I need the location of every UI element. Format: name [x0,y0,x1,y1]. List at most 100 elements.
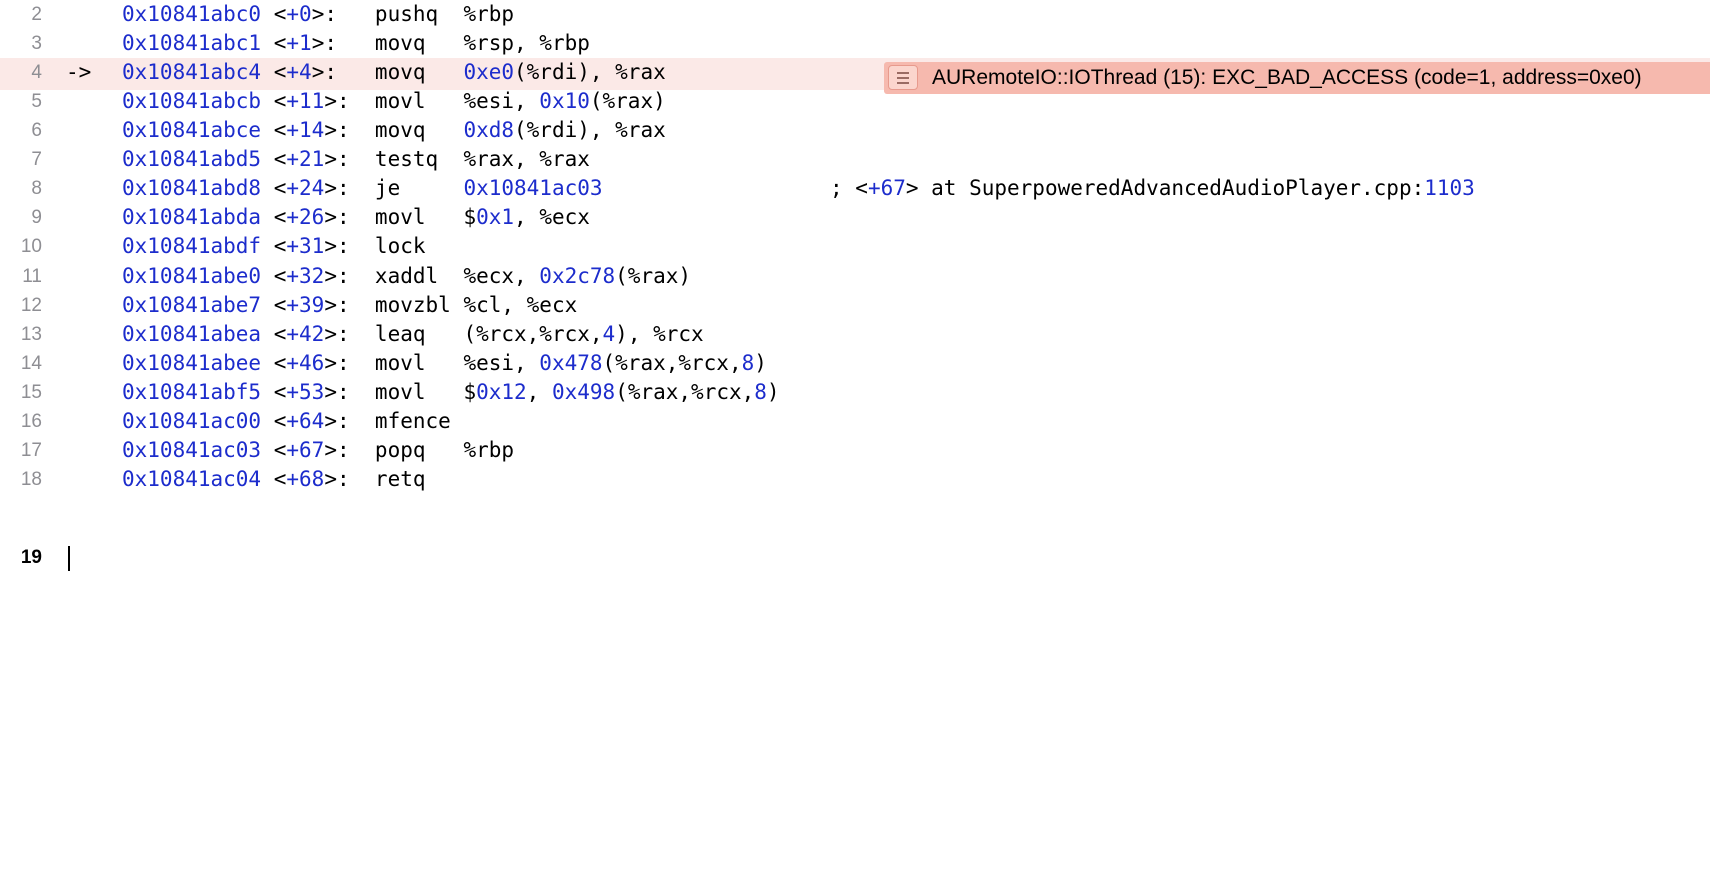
line-number[interactable]: 5 [0,88,42,116]
instruction: 0x10841abee <+46>: movl %esi, 0x478(%rax… [122,349,767,377]
disassembly-editor[interactable]: 2 0x10841abc0 <+0>: pushq %rbp 3 0x10841abc… [0,0,1710,890]
offset-open: < [273,438,287,462]
code-line[interactable]: 6 0x10841abce <+14>: movq 0xd8(%rdi), %ra… [0,116,1710,148]
operand: (%rdi), %rax [514,118,666,142]
instruction-offset: +14 [286,118,325,142]
instruction-address: 0x10841abda [122,205,262,229]
opcode: xaddl [374,264,439,288]
line-number[interactable]: 11 [0,263,42,291]
instruction-offset: +32 [286,264,325,288]
operand: $ [463,380,477,404]
opcode: movl [374,205,426,229]
operand-number: 0xd8 [463,118,515,142]
code-line[interactable]: 7 0x10841abd5 <+21>: testq %rax, %rax [0,145,1710,177]
operand-number: 0x10841ac03 [463,176,603,200]
code-line[interactable]: 10 0x10841abdf <+31>: lock [0,232,1710,264]
line-number[interactable]: 9 [0,204,42,232]
code-line[interactable]: 15 0x10841abf5 <+53>: movl $0x12, 0x498(%… [0,378,1710,410]
line-number[interactable]: 17 [0,437,42,465]
offset-close: >: [324,380,350,404]
instruction: 0x10841abd8 <+24>: je 0x10841ac03 [122,174,603,202]
line-number[interactable]: 6 [0,117,42,145]
code-line[interactable]: 11 0x10841abe0 <+32>: xaddl %ecx, 0x2c78(… [0,262,1710,294]
code-line[interactable]: 9 0x10841abda <+26>: movl $0x1, %ecx [0,203,1710,235]
error-annotation-banner[interactable]: AURemoteIO::IOThread (15): EXC_BAD_ACCES… [884,62,1710,94]
opcode: movl [374,380,426,404]
operand: $ [463,205,477,229]
offset-close: >: [324,467,350,491]
instruction-offset: +39 [286,293,325,317]
instruction-address: 0x10841abc4 [122,60,262,84]
opcode: leaq [374,322,426,346]
instruction: 0x10841ac00 <+64>: mfence [122,407,451,435]
instruction-address: 0x10841ac00 [122,409,262,433]
operand: %rsp, %rbp [463,31,590,55]
line-number[interactable]: 15 [0,379,42,407]
code-line[interactable]: 18 0x10841ac04 <+68>: retq [0,465,1710,497]
operand-number: 4 [602,322,616,346]
operand: ) [766,380,780,404]
code-line[interactable]: 16 0x10841ac00 <+64>: mfence [0,407,1710,439]
instruction-address: 0x10841abea [122,322,262,346]
line-number[interactable]: 8 [0,175,42,203]
instruction-offset: +68 [286,467,325,491]
offset-open: < [273,176,287,200]
offset-open: < [273,205,287,229]
offset-open: < [273,351,287,375]
instruction-offset: +0 [286,2,312,26]
instruction-offset: +31 [286,234,325,258]
offset-open: < [273,234,287,258]
instruction-offset: +42 [286,322,325,346]
instruction: 0x10841ac04 <+68>: retq [122,465,426,493]
instruction-address: 0x10841abf5 [122,380,262,404]
instruction: 0x10841abe7 <+39>: movzbl %cl, %ecx [122,291,577,319]
instruction-address: 0x10841abe0 [122,264,262,288]
offset-close: >: [324,205,350,229]
code-line[interactable]: 3 0x10841abc1 <+1>: movq %rsp, %rbp [0,29,1710,61]
offset-close: >: [324,322,350,346]
instruction: 0x10841abcb <+11>: movl %esi, 0x10(%rax) [122,87,666,115]
code-line[interactable]: 17 0x10841ac03 <+67>: popq %rbp [0,436,1710,468]
opcode: movl [374,89,426,113]
operand: %rbp [463,438,515,462]
line-number[interactable]: 4 [0,59,42,87]
code-line[interactable]: 8 0x10841abd8 <+24>: je 0x10841ac03 ; <+67… [0,174,1710,206]
opcode: movq [374,118,426,142]
line-number[interactable]: 3 [0,30,42,58]
instruction: 0x10841abc0 <+0>: pushq %rbp [122,0,514,28]
operand: ), %rcx [615,322,704,346]
line-number[interactable]: 13 [0,321,42,349]
line-number[interactable]: 18 [0,466,42,494]
offset-open: < [273,2,287,26]
line-number[interactable]: 14 [0,350,42,378]
lines-icon[interactable] [888,65,918,90]
line-number[interactable]: 7 [0,146,42,174]
offset-open: < [273,467,287,491]
operand: (%rax) [615,264,692,288]
offset-open: < [273,147,287,171]
instruction-address: 0x10841abd8 [122,176,262,200]
instruction: 0x10841abce <+14>: movq 0xd8(%rdi), %rax [122,116,666,144]
instruction-offset: +21 [286,147,325,171]
instruction: 0x10841abdf <+31>: lock [122,232,426,260]
comment-file: > at SuperpoweredAdvancedAudioPlayer.cpp… [905,176,1425,200]
offset-close: >: [324,118,350,142]
instruction: 0x10841abf5 <+53>: movl $0x12, 0x498(%ra… [122,378,780,406]
instruction-address: 0x10841abee [122,351,262,375]
offset-close: >: [311,60,337,84]
instruction-offset: +11 [286,89,325,113]
operand: %esi, [463,351,540,375]
code-line[interactable]: 13 0x10841abea <+42>: leaq (%rcx,%rcx,4),… [0,320,1710,352]
code-line[interactable]: 12 0x10841abe7 <+39>: movzbl %cl, %ecx [0,291,1710,323]
line-number[interactable]: 10 [0,233,42,261]
operand: (%rax,%rcx, [615,380,755,404]
line-number[interactable]: 19 [0,544,42,572]
line-number[interactable]: 12 [0,292,42,320]
line-number[interactable]: 16 [0,408,42,436]
line-number[interactable]: 2 [0,1,42,29]
instruction-offset: +64 [286,409,325,433]
code-line-empty[interactable]: 19 [0,543,1710,575]
error-message: AURemoteIO::IOThread (15): EXC_BAD_ACCES… [932,66,1642,89]
code-line[interactable]: 14 0x10841abee <+46>: movl %esi, 0x478(%r… [0,349,1710,381]
code-line[interactable]: 2 0x10841abc0 <+0>: pushq %rbp [0,0,1710,32]
